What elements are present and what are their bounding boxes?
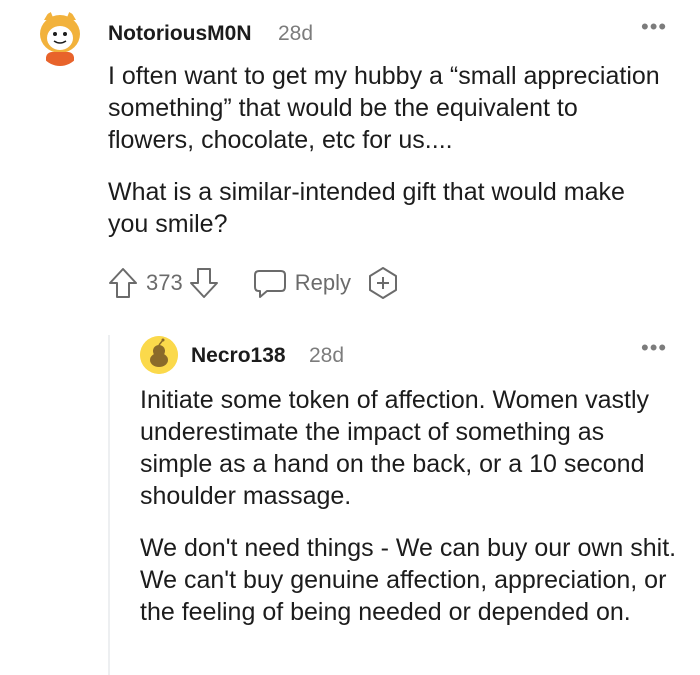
arrow-up-icon[interactable] (108, 266, 138, 300)
arrow-down-icon[interactable] (189, 266, 219, 300)
avatar[interactable] (36, 10, 84, 66)
ellipsis-icon[interactable]: ••• (641, 337, 667, 359)
comment-actions: 373 Reply (108, 264, 399, 302)
comment-paragraph: We don't need things - We can buy our ow… (140, 534, 677, 626)
comment-paragraph: What is a similar-intended gift that wou… (108, 178, 625, 238)
comment-paragraph: I often want to get my hubby a “small ap… (108, 62, 660, 154)
award-plus-icon[interactable] (367, 266, 399, 300)
avatar-image (140, 336, 178, 374)
comment-paragraph: Initiate some token of affection. Women … (140, 386, 650, 510)
avatar[interactable] (140, 336, 178, 374)
avatar-image (40, 10, 80, 66)
username[interactable]: NotoriousM0N (108, 22, 252, 46)
timestamp: 28d (309, 344, 345, 367)
vote-score: 373 (146, 270, 183, 295)
username[interactable]: Necro138 (191, 344, 286, 368)
thread-line[interactable] (108, 335, 110, 675)
reply-button[interactable]: Reply (295, 270, 351, 296)
speech-bubble-icon[interactable] (253, 267, 287, 299)
ellipsis-icon[interactable]: ••• (641, 16, 667, 38)
timestamp: 28d (278, 22, 314, 45)
